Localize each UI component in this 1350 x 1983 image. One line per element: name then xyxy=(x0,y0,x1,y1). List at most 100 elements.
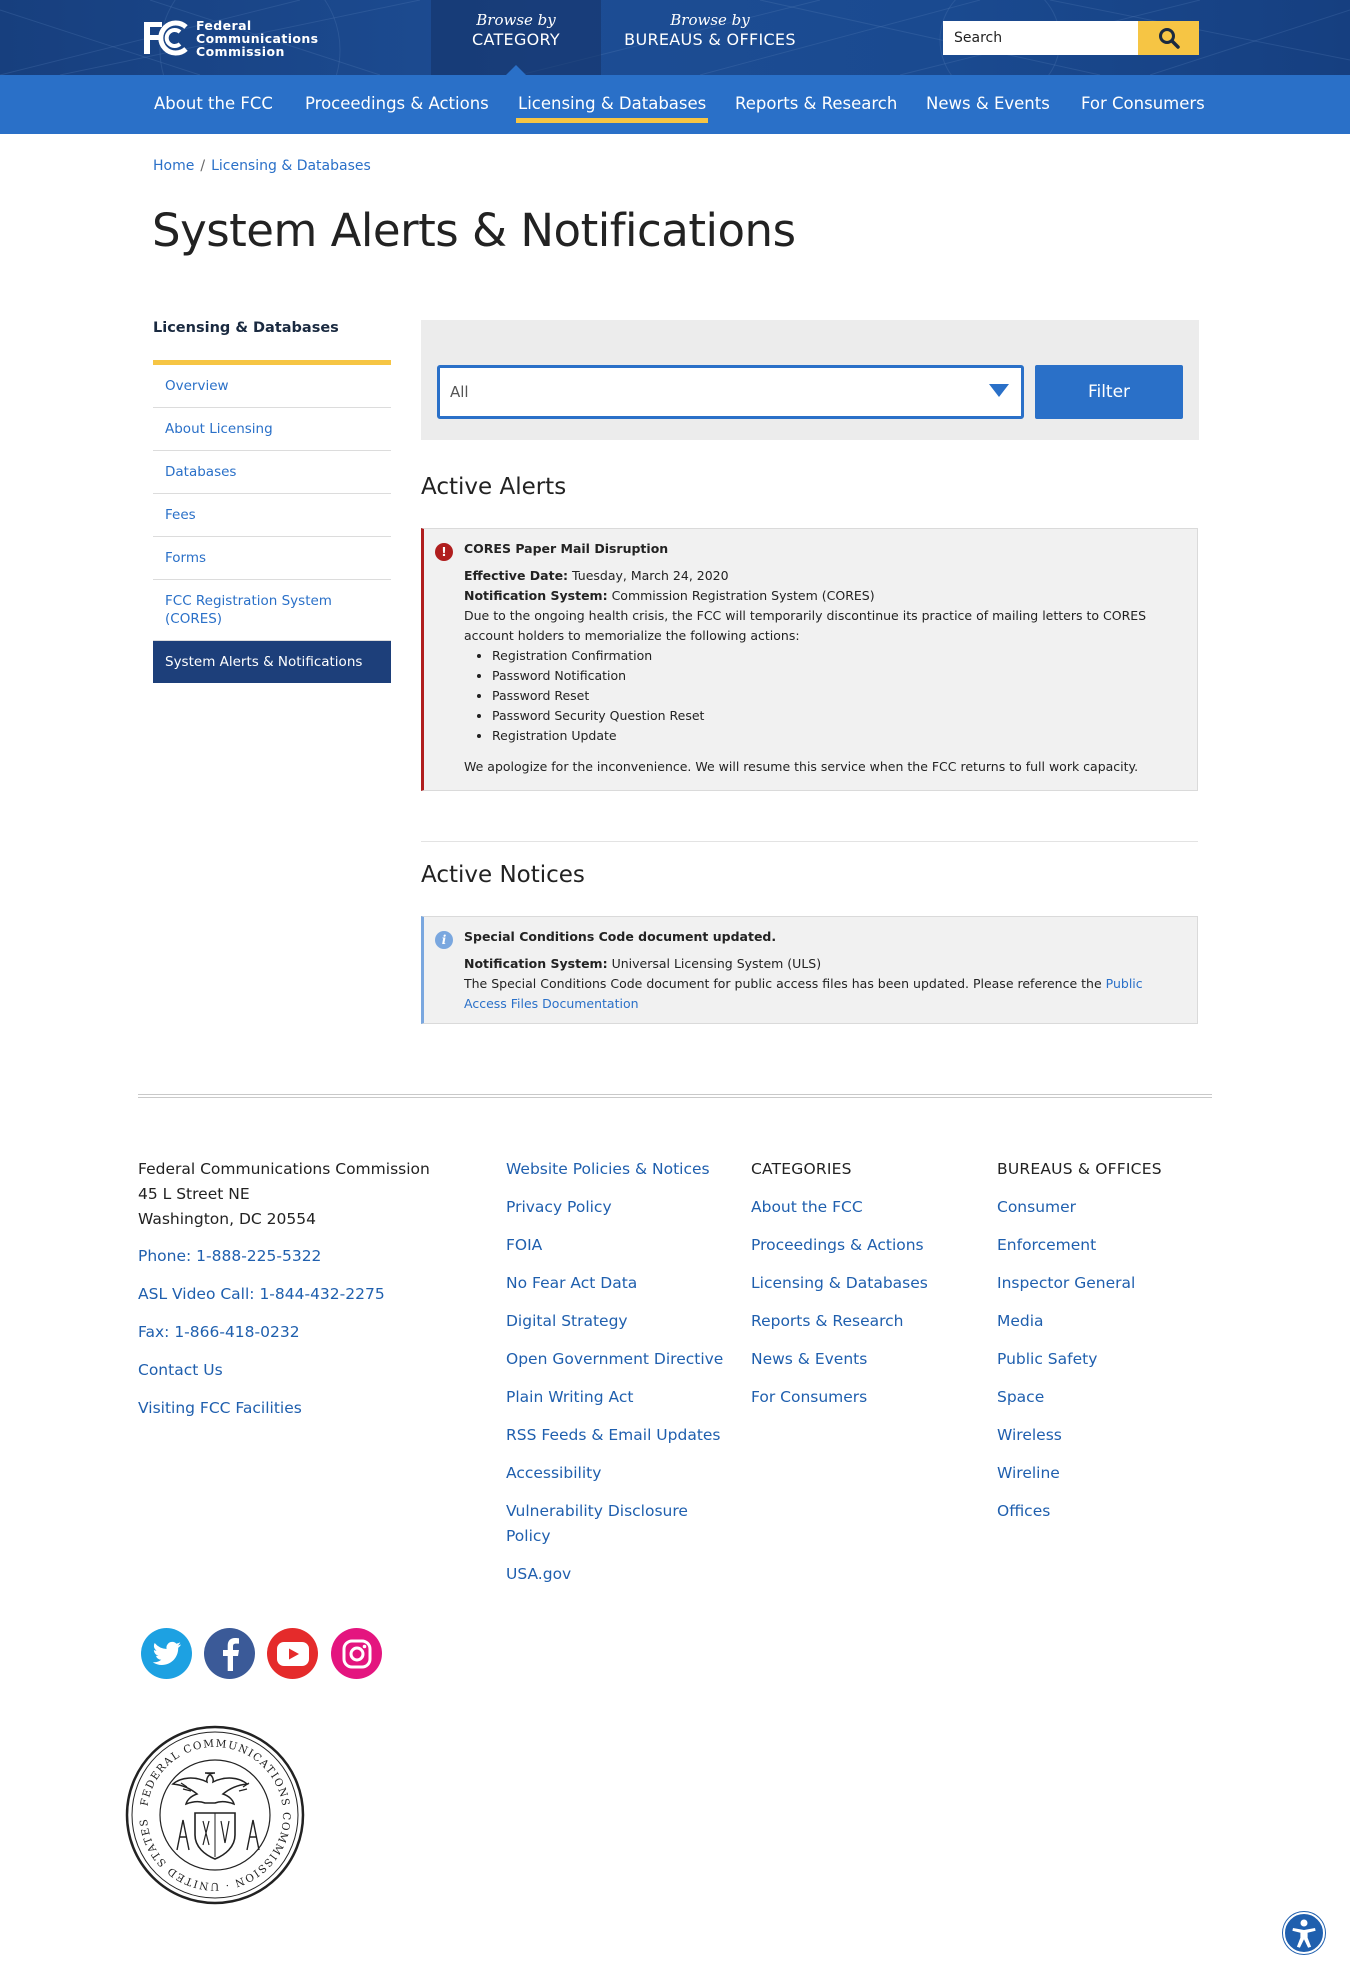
facebook-icon xyxy=(222,1637,239,1671)
sidebar-item-forms[interactable]: Forms xyxy=(153,537,391,580)
filter-button[interactable]: Filter xyxy=(1035,365,1183,419)
alert-type-select[interactable]: All xyxy=(437,365,1024,419)
effective-date-label: Effective Date: xyxy=(464,568,569,583)
search-form xyxy=(943,21,1199,55)
youtube-link[interactable] xyxy=(267,1628,318,1679)
footer-cat-licensing[interactable]: Licensing & Databases xyxy=(751,1271,971,1296)
browse-by-category[interactable]: Browse by CATEGORY xyxy=(431,0,601,75)
fcc-logo[interactable]: Federal Communications Commission xyxy=(142,18,319,58)
accessibility-widget-button[interactable] xyxy=(1283,1912,1325,1954)
twitter-icon xyxy=(152,1641,181,1665)
filter-panel: All Filter xyxy=(421,320,1199,440)
exclamation-icon: ! xyxy=(435,543,453,561)
sidebar-item-databases[interactable]: Databases xyxy=(153,451,391,494)
footer-bureau-public-safety[interactable]: Public Safety xyxy=(997,1347,1212,1372)
footer-org-name: Federal Communications Commission xyxy=(138,1160,430,1178)
footer-link-foia[interactable]: FOIA xyxy=(506,1233,726,1258)
breadcrumb-current[interactable]: Licensing & Databases xyxy=(211,158,371,174)
footer-address: Federal Communications Commission 45 L S… xyxy=(138,1157,468,1232)
page-title: System Alerts & Notifications xyxy=(152,204,796,257)
footer-cat-consumers[interactable]: For Consumers xyxy=(751,1385,971,1410)
nav-for-consumers[interactable]: For Consumers xyxy=(1081,75,1205,134)
twitter-link[interactable] xyxy=(141,1628,192,1679)
effective-date-value: Tuesday, March 24, 2020 xyxy=(572,568,729,583)
logo-line-3: Commission xyxy=(196,43,285,59)
footer-cat-about[interactable]: About the FCC xyxy=(751,1195,971,1220)
alert-description: Due to the ongoing health crisis, the FC… xyxy=(464,608,1147,643)
browse-category-prefix: Browse by xyxy=(476,11,556,29)
fcc-seal-icon: FEDERAL COMMUNICATIONS COMMISSION · UNIT… xyxy=(125,1725,305,1905)
info-icon: i xyxy=(435,931,453,949)
breadcrumb: Home / Licensing & Databases xyxy=(153,158,371,174)
notice-body: Special Conditions Code document updated… xyxy=(464,917,1197,1024)
active-caret-icon xyxy=(505,65,527,75)
sidebar-item-fees[interactable]: Fees xyxy=(153,494,391,537)
footer-link-plain-writing[interactable]: Plain Writing Act xyxy=(506,1385,726,1410)
fcc-logo-icon xyxy=(144,20,188,56)
footer-phone-link[interactable]: Phone: 1-888-225-5322 xyxy=(138,1244,468,1269)
sidebar-nav: Overview About Licensing Databases Fees … xyxy=(153,365,391,683)
browse-category-label: CATEGORY xyxy=(471,30,561,49)
footer-bureau-offices[interactable]: Offices xyxy=(997,1499,1212,1524)
search-input[interactable] xyxy=(943,21,1138,55)
footer-fax-link[interactable]: Fax: 1-866-418-0232 xyxy=(138,1320,468,1345)
list-item: Password Security Question Reset xyxy=(492,706,1169,726)
footer-bureau-wireless[interactable]: Wireless xyxy=(997,1423,1212,1448)
notice-text: The Special Conditions Code document for… xyxy=(464,976,1102,991)
footer-cat-proceedings[interactable]: Proceedings & Actions xyxy=(751,1233,971,1258)
search-button[interactable] xyxy=(1138,21,1199,55)
notification-system-label: Notification System: xyxy=(464,588,608,603)
footer-policy-column: Website Policies & Notices Privacy Polic… xyxy=(506,1157,726,1600)
logo-line-2: Communications xyxy=(196,30,319,46)
sidebar-item-overview[interactable]: Overview xyxy=(153,365,391,408)
footer-categories-heading: CATEGORIES xyxy=(751,1160,852,1178)
alert-body: CORES Paper Mail Disruption Effective Da… xyxy=(464,529,1197,787)
header-band: Federal Communications Commission Browse… xyxy=(0,0,1350,75)
footer-cat-reports[interactable]: Reports & Research xyxy=(751,1309,971,1334)
sidebar-heading: Licensing & Databases xyxy=(153,320,339,336)
nav-proceedings-actions[interactable]: Proceedings & Actions xyxy=(305,75,489,134)
browse-bureaus-label: BUREAUS & OFFICES xyxy=(624,30,796,49)
nav-licensing-databases[interactable]: Licensing & Databases xyxy=(515,75,709,134)
footer-link-rss[interactable]: RSS Feeds & Email Updates xyxy=(506,1423,726,1448)
footer-bureau-inspector-general[interactable]: Inspector General xyxy=(997,1271,1212,1296)
alert-title: CORES Paper Mail Disruption xyxy=(464,541,669,556)
footer-bureau-space[interactable]: Space xyxy=(997,1385,1212,1410)
footer-bureau-media[interactable]: Media xyxy=(997,1309,1212,1334)
footer-visiting-link[interactable]: Visiting FCC Facilities xyxy=(138,1396,468,1421)
sidebar-item-cores[interactable]: FCC Registration System (CORES) xyxy=(153,580,391,641)
notice-system-label: Notification System: xyxy=(464,956,608,971)
footer-bureau-enforcement[interactable]: Enforcement xyxy=(997,1233,1212,1258)
footer-link-no-fear[interactable]: No Fear Act Data xyxy=(506,1271,726,1296)
alert-notification-system: Notification System: Commission Registra… xyxy=(464,586,1169,606)
nav-about-fcc[interactable]: About the FCC xyxy=(154,75,273,134)
footer-link-website-policies[interactable]: Website Policies & Notices xyxy=(506,1157,726,1182)
chevron-down-icon xyxy=(989,384,1009,397)
footer-cat-news[interactable]: News & Events xyxy=(751,1347,971,1372)
footer-link-usagov[interactable]: USA.gov xyxy=(506,1562,726,1587)
footer-divider xyxy=(138,1094,1212,1098)
nav-reports-research[interactable]: Reports & Research xyxy=(735,75,897,134)
footer-bureau-consumer[interactable]: Consumer xyxy=(997,1195,1212,1220)
footer-asl-link[interactable]: ASL Video Call: 1-844-432-2275 xyxy=(138,1282,468,1307)
instagram-link[interactable] xyxy=(331,1628,382,1679)
nav-news-events[interactable]: News & Events xyxy=(926,75,1050,134)
footer-link-privacy[interactable]: Privacy Policy xyxy=(506,1195,726,1220)
footer-bureau-wireline[interactable]: Wireline xyxy=(997,1461,1212,1486)
sidebar-item-system-alerts[interactable]: System Alerts & Notifications xyxy=(153,641,391,683)
select-value: All xyxy=(450,383,469,401)
footer-bureaus-heading: BUREAUS & OFFICES xyxy=(997,1160,1162,1178)
footer-link-vulnerability[interactable]: Vulnerability Disclosure Policy xyxy=(506,1499,706,1549)
sidebar-item-about-licensing[interactable]: About Licensing xyxy=(153,408,391,451)
breadcrumb-home[interactable]: Home xyxy=(153,158,194,174)
footer-link-digital-strategy[interactable]: Digital Strategy xyxy=(506,1309,726,1334)
alert-closing: We apologize for the inconvenience. We w… xyxy=(464,759,1139,774)
alert-action-list: Registration Confirmation Password Notif… xyxy=(492,646,1169,746)
footer-city: Washington, DC 20554 xyxy=(138,1210,316,1228)
active-notices-heading: Active Notices xyxy=(421,862,585,888)
footer-contact-us-link[interactable]: Contact Us xyxy=(138,1358,468,1383)
facebook-link[interactable] xyxy=(204,1628,255,1679)
browse-by-bureaus[interactable]: Browse by BUREAUS & OFFICES xyxy=(605,0,815,75)
footer-link-accessibility[interactable]: Accessibility xyxy=(506,1461,726,1486)
footer-link-open-government[interactable]: Open Government Directive xyxy=(506,1347,726,1372)
